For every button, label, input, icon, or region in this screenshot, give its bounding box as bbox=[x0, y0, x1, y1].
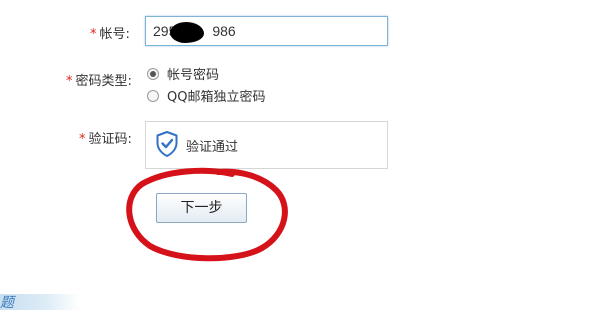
radio-account-password-label: 帐号密码 bbox=[167, 68, 220, 83]
required-marker: * bbox=[90, 27, 97, 42]
required-marker: * bbox=[66, 74, 73, 89]
required-marker: * bbox=[79, 132, 86, 147]
password-type-label-text: 密码类型: bbox=[75, 74, 132, 89]
account-value-suffix: 986 bbox=[212, 23, 236, 39]
shield-check-icon bbox=[156, 131, 178, 157]
next-button[interactable]: 下一步 bbox=[156, 193, 247, 223]
account-input[interactable]: 295 986 bbox=[145, 16, 388, 46]
account-label: * 帐号: bbox=[90, 23, 130, 42]
verification-form-page: * 帐号: 295 986 * 密码类型: 帐号密码 QQ邮箱独立密码 * 验证码: 验… bbox=[0, 0, 600, 310]
captcha-box[interactable]: 验证通过 bbox=[145, 121, 388, 169]
captcha-status: 验证通过 bbox=[186, 140, 239, 155]
account-label-text: 帐号: bbox=[99, 27, 130, 42]
password-type-label: * 密码类型: bbox=[66, 70, 132, 89]
footer-partial-text: 题 bbox=[0, 295, 14, 310]
redaction-mark bbox=[170, 22, 204, 43]
radio-qqmail-password-label: QQ邮箱独立密码 bbox=[167, 90, 266, 105]
radio-qqmail-password-control[interactable] bbox=[147, 89, 159, 102]
radio-qqmail-password[interactable]: QQ邮箱独立密码 bbox=[147, 86, 265, 105]
captcha-label: * 验证码: bbox=[79, 128, 132, 147]
radio-account-password[interactable]: 帐号密码 bbox=[147, 64, 219, 83]
radio-account-password-control[interactable] bbox=[147, 67, 159, 80]
captcha-label-text: 验证码: bbox=[88, 132, 132, 147]
